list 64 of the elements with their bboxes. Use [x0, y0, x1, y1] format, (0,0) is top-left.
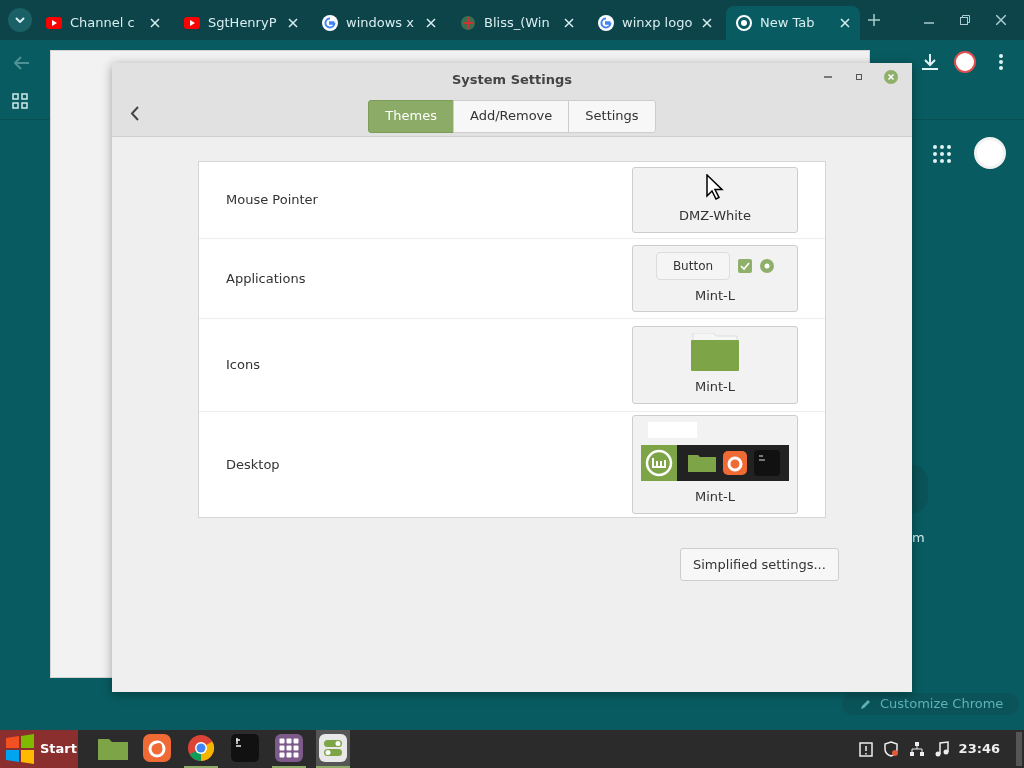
- start-button[interactable]: Start: [0, 730, 78, 768]
- window-title: System Settings: [451, 71, 572, 89]
- tab-title: Channel c: [70, 14, 136, 33]
- download-icon[interactable]: [921, 53, 939, 71]
- browser-tab[interactable]: New Tab: [726, 6, 860, 40]
- tab-title: windows x: [346, 14, 415, 33]
- shortcut-label: m: [912, 529, 925, 547]
- video-play-icon: [184, 17, 200, 29]
- taskbar-app[interactable]: [316, 730, 350, 768]
- shortcut-tile[interactable]: [912, 465, 928, 513]
- pencil-icon: [860, 698, 872, 710]
- tab-title: SgtHenryP: [208, 14, 278, 33]
- theme-chooser-button[interactable]: Mint-L: [632, 415, 798, 514]
- terminal-icon[interactable]: [231, 734, 259, 762]
- theme-chooser-button[interactable]: DMZ-White: [632, 167, 798, 233]
- clock[interactable]: 23:46: [958, 739, 1000, 759]
- cursor-icon: [706, 174, 724, 201]
- apps-grid-icon[interactable]: [12, 93, 28, 109]
- menu-icon[interactable]: [999, 54, 1003, 70]
- apps-grid-icon[interactable]: [933, 145, 951, 163]
- folder-icon: [691, 333, 739, 372]
- close-icon[interactable]: [996, 15, 1006, 25]
- g-letter-icon: [322, 15, 338, 31]
- row-label: Applications: [226, 269, 306, 288]
- theme-chooser-button[interactable]: Button Mint-L: [632, 244, 798, 313]
- row-label: Mouse Pointer: [226, 191, 318, 210]
- row-label: Desktop: [226, 455, 280, 474]
- grid-icon[interactable]: [275, 734, 303, 762]
- folder-icon[interactable]: [98, 736, 128, 760]
- row-label: Icons: [226, 356, 260, 375]
- radio-icon: [760, 258, 775, 273]
- back-chevron-icon[interactable]: [130, 106, 139, 121]
- theme-chooser-button[interactable]: Mint-L: [632, 326, 798, 404]
- browser-tab[interactable]: Channel c: [36, 6, 170, 40]
- profile-avatar[interactable]: [954, 51, 976, 73]
- chevron-down-icon: [15, 17, 25, 23]
- tab-search-button[interactable]: [8, 8, 32, 32]
- video-play-icon: [46, 17, 62, 29]
- flag-logo-icon: [4, 734, 36, 764]
- checkbox-icon: [738, 258, 753, 273]
- tab-title: Bliss_(Win: [484, 14, 551, 33]
- maximize-icon[interactable]: [856, 74, 862, 80]
- clipboard-icon[interactable]: [858, 741, 873, 757]
- view-tab[interactable]: Settings: [568, 99, 656, 133]
- customize-chrome-button[interactable]: Customize Chrome: [842, 693, 1020, 715]
- shield-icon[interactable]: [882, 741, 899, 757]
- browser-tab[interactable]: winxp logo: [588, 6, 722, 40]
- network-icon[interactable]: [908, 741, 925, 757]
- music-note-icon[interactable]: [934, 741, 949, 757]
- browser-tab[interactable]: SgtHenryP: [174, 6, 308, 40]
- new-tab-icon[interactable]: [868, 14, 880, 26]
- tab-title: New Tab: [760, 14, 816, 33]
- g-letter-icon: [598, 15, 614, 31]
- circle-logo-icon: [736, 15, 752, 31]
- view-tab[interactable]: Add/Remove: [453, 99, 570, 133]
- tab-title: winxp logo: [622, 14, 694, 33]
- simplified-settings-button[interactable]: Simplified settings...: [680, 548, 839, 581]
- browser-logo-icon[interactable]: [187, 734, 215, 762]
- restore-icon[interactable]: [960, 15, 970, 25]
- toggles-icon[interactable]: [319, 734, 347, 762]
- sample-button: Button: [655, 251, 731, 280]
- browser-tab[interactable]: Bliss_(Win: [450, 6, 584, 40]
- browser-tab[interactable]: windows x: [312, 6, 446, 40]
- minimize-icon[interactable]: [824, 75, 832, 79]
